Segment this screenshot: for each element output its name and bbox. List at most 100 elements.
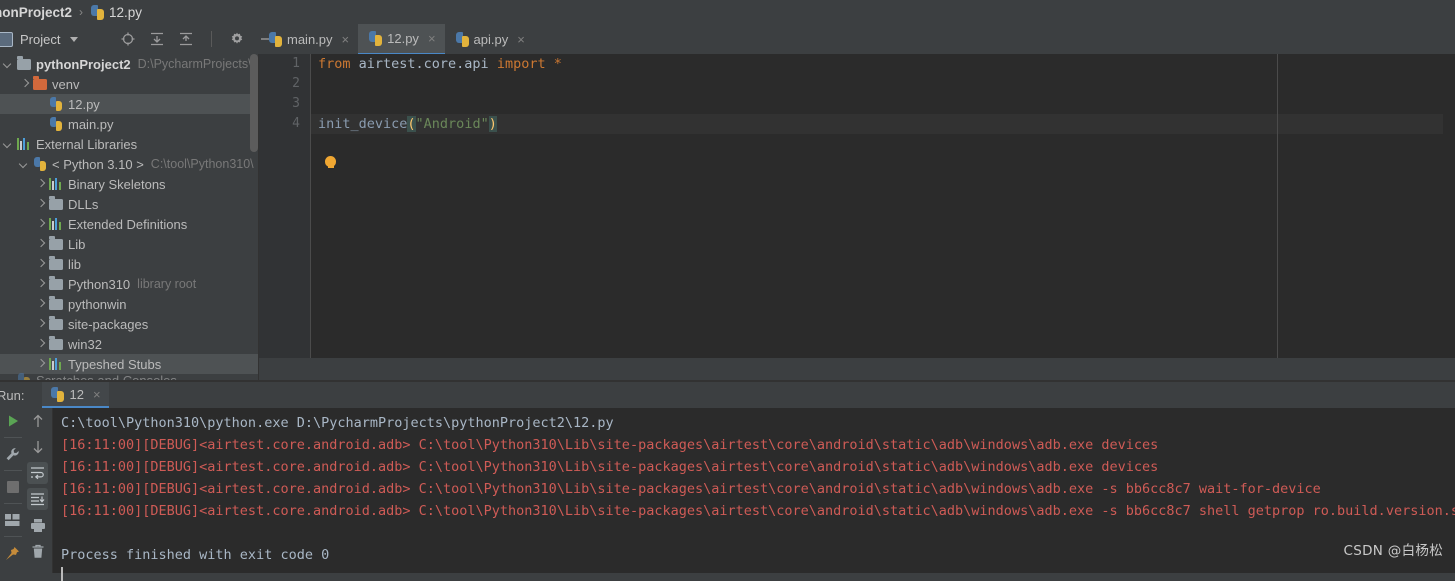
- pin-icon[interactable]: [0, 540, 25, 566]
- code-editor[interactable]: 1 2 3 4 from airtest.core.api import * init…: [259, 54, 1455, 358]
- python-file-icon: [50, 386, 65, 402]
- tree-item-typeshed-stubs[interactable]: Typeshed Stubs: [0, 354, 258, 374]
- lightbulb-intention-icon[interactable]: [325, 156, 336, 168]
- chevron-right-icon[interactable]: [36, 180, 45, 189]
- tree-item-main-py[interactable]: main.py: [0, 114, 258, 134]
- tree-item-extended-definitions[interactable]: Extended Definitions: [0, 214, 258, 234]
- tab-label: 12.py: [387, 31, 419, 46]
- tree-item-site-packages[interactable]: site-packages: [0, 314, 258, 334]
- print-icon[interactable]: [25, 512, 50, 538]
- tab-12-py[interactable]: 12.py ×: [358, 24, 445, 55]
- toolbar-divider: [3, 536, 22, 537]
- code-content[interactable]: from airtest.core.api import * init_devi…: [311, 54, 1455, 358]
- breadcrumb-project[interactable]: honProject2: [0, 5, 72, 20]
- tab-close-icon[interactable]: ×: [342, 32, 350, 47]
- folder-icon: [49, 196, 63, 210]
- editor-scrollbar-strip[interactable]: [1443, 54, 1455, 358]
- collapse-all-icon[interactable]: [178, 31, 194, 47]
- chevron-right-icon[interactable]: [36, 280, 45, 289]
- python-file-icon: [90, 4, 105, 20]
- run-tab-close-icon[interactable]: ×: [93, 387, 101, 402]
- scroll-up-icon[interactable]: [25, 408, 50, 434]
- code-token: init_device: [318, 116, 408, 132]
- wrench-settings-icon[interactable]: [0, 441, 25, 467]
- chevron-right-icon[interactable]: [20, 80, 29, 89]
- scroll-to-end-icon[interactable]: [25, 486, 50, 512]
- chevron-down-icon[interactable]: [4, 140, 13, 149]
- chevron-down-icon[interactable]: [70, 36, 79, 42]
- chevron-down-icon[interactable]: [20, 160, 29, 169]
- tree-item-label: site-packages: [68, 316, 149, 332]
- code-token: (: [407, 116, 416, 132]
- tree-item-venv[interactable]: venv: [0, 74, 258, 94]
- line-number: 2: [292, 76, 300, 91]
- console-caret: [61, 567, 63, 581]
- locate-target-icon[interactable]: [120, 31, 136, 47]
- run-configuration-tab[interactable]: 12 ×: [42, 382, 109, 408]
- stop-icon[interactable]: [0, 474, 25, 500]
- chevron-right-icon[interactable]: [36, 200, 45, 209]
- tree-item-python310[interactable]: Python310 library root: [0, 274, 258, 294]
- tree-item-lib[interactable]: Lib: [0, 234, 258, 254]
- code-line[interactable]: from airtest.core.api import *: [311, 54, 1455, 74]
- console-line: [16:11:00][DEBUG]<airtest.core.android.a…: [61, 459, 1159, 475]
- library-icon: [49, 218, 63, 230]
- tree-item-external-libraries[interactable]: External Libraries: [0, 134, 258, 154]
- tree-item-binary-skeletons[interactable]: Binary Skeletons: [0, 174, 258, 194]
- chevron-down-icon[interactable]: [4, 60, 13, 69]
- folder-icon: [49, 316, 63, 330]
- tab-label: main.py: [287, 32, 333, 47]
- chevron-right-icon[interactable]: [36, 320, 45, 329]
- project-toolwindow-button[interactable]: Project: [0, 31, 96, 47]
- soft-wrap-icon[interactable]: [25, 460, 50, 486]
- expand-all-icon[interactable]: [149, 31, 165, 47]
- code-line[interactable]: [311, 94, 1455, 114]
- tree-scrollbar[interactable]: [250, 54, 258, 152]
- clear-all-trash-icon[interactable]: [25, 538, 50, 564]
- console-line: [16:11:00][DEBUG]<airtest.core.android.a…: [61, 481, 1321, 497]
- tree-item-pythonproject2[interactable]: pythonProject2 D:\PycharmProjects\p: [0, 54, 258, 74]
- tree-item-python-3-10[interactable]: < Python 3.10 > C:\tool\Python310\: [0, 154, 258, 174]
- folder-icon: [49, 336, 63, 350]
- tree-item-12-py[interactable]: 12.py: [0, 94, 258, 114]
- tree-item-lib[interactable]: lib: [0, 254, 258, 274]
- chevron-right-icon[interactable]: [36, 340, 45, 349]
- tree-item-label: pythonProject2: [36, 56, 131, 72]
- tree-item-dlls[interactable]: DLLs: [0, 194, 258, 214]
- chevron-right-icon[interactable]: [36, 220, 45, 229]
- folder-icon: [17, 56, 31, 70]
- project-label: Project: [20, 31, 61, 47]
- console-line: [16:11:00][DEBUG]<airtest.core.android.a…: [61, 503, 1455, 519]
- run-toolwindow-header: Run: 12 ×: [0, 382, 1455, 408]
- python-file-icon: [49, 97, 63, 111]
- settings-gear-icon[interactable]: [229, 31, 245, 47]
- tree-item-pythonwin[interactable]: pythonwin: [0, 294, 258, 314]
- right-margin-guide: [1277, 54, 1278, 358]
- editor-gutter[interactable]: 1 2 3 4: [259, 54, 311, 358]
- project-tree[interactable]: pythonProject2 D:\PycharmProjects\p venv 12…: [0, 54, 259, 380]
- python-file-icon: [368, 31, 383, 46]
- code-line[interactable]: init_device("Android"): [311, 114, 1455, 134]
- tree-item-label: venv: [52, 76, 80, 92]
- console-output[interactable]: C:\tool\Python310\python.exe D:\PycharmP…: [53, 408, 1455, 577]
- code-line[interactable]: [311, 74, 1455, 94]
- tab-api-py[interactable]: api.py ×: [445, 24, 534, 55]
- chevron-right-icon[interactable]: [36, 300, 45, 309]
- project-toolwindow-header: Project: [0, 24, 1455, 54]
- tab-close-icon[interactable]: ×: [428, 31, 436, 46]
- tree-item-label: Extended Definitions: [68, 216, 188, 232]
- rerun-play-icon[interactable]: [0, 408, 25, 434]
- tab-close-icon[interactable]: ×: [517, 32, 525, 47]
- run-tab-label: 12: [69, 386, 84, 402]
- layout-icon[interactable]: [0, 507, 25, 533]
- scroll-down-icon[interactable]: [25, 434, 50, 460]
- chevron-right-icon[interactable]: [36, 360, 45, 369]
- run-console-toolbar: [25, 408, 53, 573]
- tab-main-py[interactable]: main.py ×: [258, 24, 358, 55]
- folder-icon: [49, 256, 63, 270]
- chevron-right-icon[interactable]: [36, 240, 45, 249]
- chevron-right-icon[interactable]: [36, 260, 45, 269]
- tree-item-win32[interactable]: win32: [0, 334, 258, 354]
- breadcrumb-file[interactable]: 12.py: [109, 5, 142, 20]
- folder-icon: [33, 76, 47, 90]
